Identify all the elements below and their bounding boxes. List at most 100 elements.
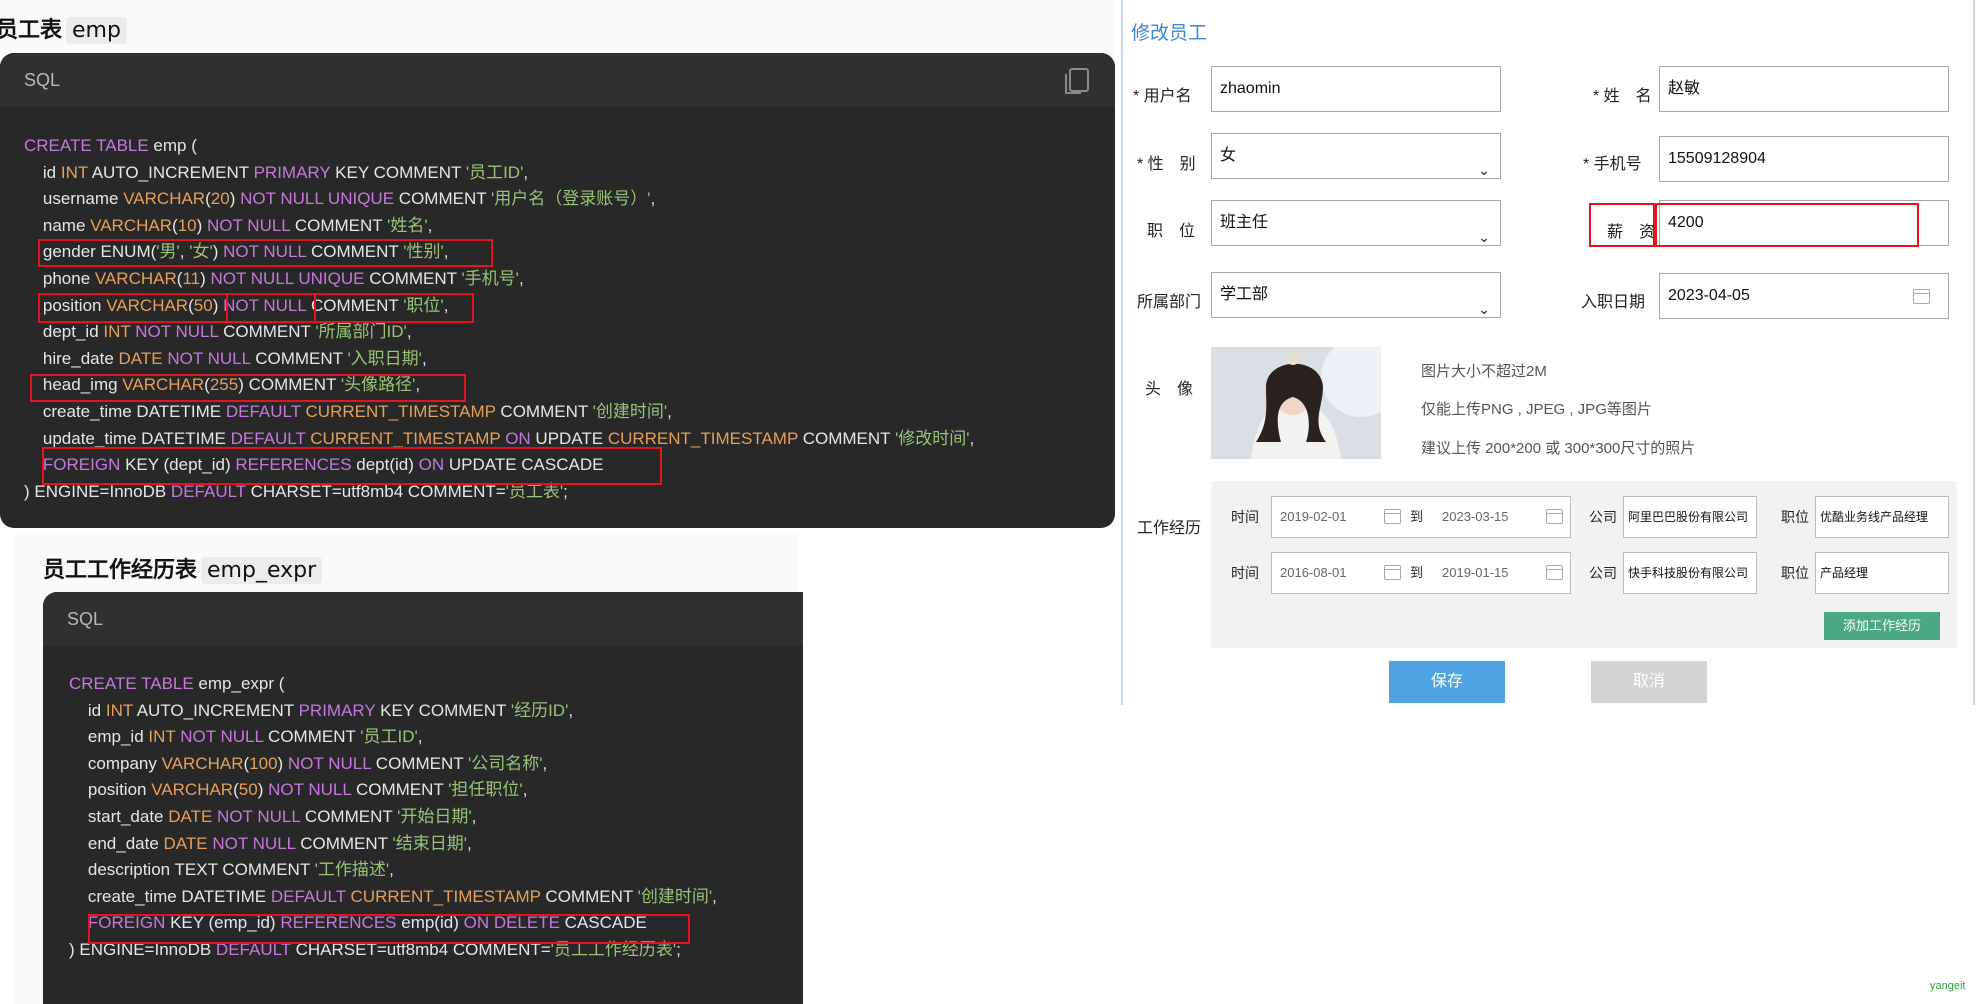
- expr-end-date: 2023-03-15: [1442, 509, 1509, 524]
- code-line: create_time DATETIME DEFAULT CURRENT_TIM…: [69, 884, 717, 911]
- highlight-salary-input: [1655, 203, 1919, 247]
- code-token: ,: [417, 727, 423, 747]
- job-select[interactable]: 班主任 ⌄: [1211, 200, 1501, 246]
- code-token: COMMENT: [290, 215, 388, 235]
- expr-date-range[interactable]: 2019-02-01 到 2023-03-15: [1271, 496, 1571, 538]
- expr-date-range[interactable]: 2016-08-01 到 2019-01-15: [1271, 552, 1571, 594]
- highlight-position-comment: [314, 293, 474, 323]
- highlight-expr-foreign-key: [88, 914, 690, 944]
- code-token: '修改时间': [894, 428, 970, 448]
- code-token: COMMENT: [364, 268, 462, 288]
- expr-position-input[interactable]: 优酷业务线产品经理: [1815, 496, 1949, 538]
- dept-label: 所属部门: [1137, 294, 1202, 311]
- code-token: '员工ID': [465, 162, 524, 182]
- code-token: ,: [969, 428, 975, 448]
- code-token: NOT NULL: [135, 322, 219, 342]
- expr-company-input[interactable]: 阿里巴巴股份有限公司: [1623, 496, 1757, 538]
- code-token: NOT NULL: [268, 780, 352, 800]
- code-token: AUTO_INCREMENT: [87, 162, 254, 182]
- emp-doc-heading: 员工表 emp: [0, 12, 127, 44]
- gender-select[interactable]: 女 ⌄: [1211, 133, 1501, 179]
- code-line: position VARCHAR(50) NOT NULL COMMENT '担…: [69, 777, 717, 804]
- hire-date-input[interactable]: 2023-04-05: [1659, 273, 1949, 319]
- work-experience-panel: 时间 2019-02-01 到 2023-03-15 公司 阿里巴巴股份有限公司…: [1211, 481, 1957, 648]
- code-token: hire_date: [24, 348, 119, 368]
- code-token: '姓名': [387, 215, 428, 235]
- code-token: ON: [505, 428, 531, 448]
- gender-select-value: 女: [1220, 147, 1237, 164]
- code-token: COMMENT: [218, 322, 316, 342]
- code-token: DEFAULT: [230, 428, 306, 448]
- code-line: CREATE TABLE emp_expr (: [69, 671, 717, 698]
- code-token: 10: [177, 215, 197, 235]
- expr-company-label: 公司: [1589, 509, 1617, 525]
- code-line: phone VARCHAR(11) NOT NULL UNIQUE COMMEN…: [24, 266, 974, 293]
- calendar-icon[interactable]: [1913, 289, 1930, 304]
- code-token: '手机号': [461, 268, 519, 288]
- code-token: NOT NULL: [207, 215, 291, 235]
- code-token: '创建时间': [592, 401, 668, 421]
- name-input[interactable]: 赵敏: [1659, 66, 1949, 112]
- code-line: end_date DATE NOT NULL COMMENT '结束日期',: [69, 831, 717, 858]
- avatar-image[interactable]: [1211, 347, 1381, 459]
- code-token: COMMENT: [394, 189, 492, 209]
- code-token: update_time DATETIME: [24, 428, 231, 448]
- save-button[interactable]: 保存: [1389, 661, 1505, 703]
- highlight-gender: [38, 239, 493, 267]
- code-token: PRIMARY: [253, 162, 331, 182]
- code-line: hire_date DATE NOT NULL COMMENT '入职日期',: [24, 346, 974, 373]
- code-token: end_date: [69, 833, 164, 853]
- calendar-icon[interactable]: [1384, 565, 1401, 580]
- code-token: 20: [210, 189, 230, 209]
- avatar-hint-size: 图片大小不超过2M: [1421, 363, 1547, 380]
- job-select-value: 班主任: [1220, 214, 1269, 231]
- username-input[interactable]: zhaomin: [1211, 66, 1501, 112]
- code-token: '工作描述': [314, 860, 390, 880]
- emp-table-doc: 员工表 emp SQL CREATE TABLE emp ( id INT AUT…: [0, 0, 1115, 528]
- expr-to-label: 到: [1410, 509, 1424, 524]
- expr-doc-heading: 员工工作经历表 emp_expr: [43, 552, 323, 584]
- code-token: ,: [406, 322, 412, 342]
- code-token: ,: [421, 348, 427, 368]
- cancel-button[interactable]: 取消: [1591, 661, 1707, 703]
- code-line: username VARCHAR(20) NOT NULL UNIQUE COM…: [24, 186, 974, 213]
- code-token: create_time DATETIME: [69, 886, 271, 906]
- code-token: create_time DATETIME: [24, 401, 226, 421]
- avatar-photo: [1211, 347, 1381, 459]
- code-token: '创建时间': [637, 886, 713, 906]
- expr-code-header: SQL: [43, 592, 803, 646]
- code-token: CURRENT_TIMESTAMP: [607, 428, 798, 448]
- expr-position-input[interactable]: 产品经理: [1815, 552, 1949, 594]
- code-token: CREATE TABLE: [24, 136, 149, 155]
- watermark: yangeit: [1930, 980, 1966, 992]
- code-line: company VARCHAR(100) NOT NULL COMMENT '公…: [69, 751, 717, 778]
- code-token: COMMENT: [798, 428, 895, 448]
- code-line: id INT AUTO_INCREMENT PRIMARY KEY COMMEN…: [69, 698, 717, 725]
- code-token: ,: [667, 401, 672, 421]
- expr-company-input[interactable]: 快手科技股份有限公司: [1623, 552, 1757, 594]
- calendar-icon[interactable]: [1546, 509, 1563, 524]
- code-token: VARCHAR: [123, 189, 206, 209]
- code-token: ): [196, 215, 207, 235]
- copy-icon[interactable]: [1065, 68, 1089, 94]
- add-work-experience-button[interactable]: 添加工作经历: [1824, 612, 1940, 640]
- phone-input[interactable]: 15509128904: [1659, 136, 1949, 182]
- code-token: ,: [471, 806, 477, 826]
- code-token: COMMENT: [250, 348, 348, 368]
- code-token: '用户名（登录账号）': [491, 189, 651, 209]
- avatar-label: 头 像: [1145, 381, 1194, 398]
- code-token: COMMENT: [371, 753, 469, 773]
- code-token: PRIMARY: [298, 700, 376, 720]
- code-token: DATE: [118, 348, 163, 368]
- dept-select[interactable]: 学工部 ⌄: [1211, 272, 1501, 318]
- gender-label: * 性 别: [1137, 156, 1196, 173]
- code-token: description TEXT COMMENT: [69, 860, 315, 880]
- calendar-icon[interactable]: [1546, 565, 1563, 580]
- code-token: '所属部门ID': [315, 322, 407, 342]
- calendar-icon[interactable]: [1384, 509, 1401, 524]
- hire-date-label: 入职日期: [1581, 294, 1646, 311]
- code-token: position: [69, 780, 152, 800]
- code-token: '员工ID': [360, 727, 418, 747]
- code-token: COMMENT: [495, 401, 593, 421]
- code-token: 11: [182, 268, 201, 288]
